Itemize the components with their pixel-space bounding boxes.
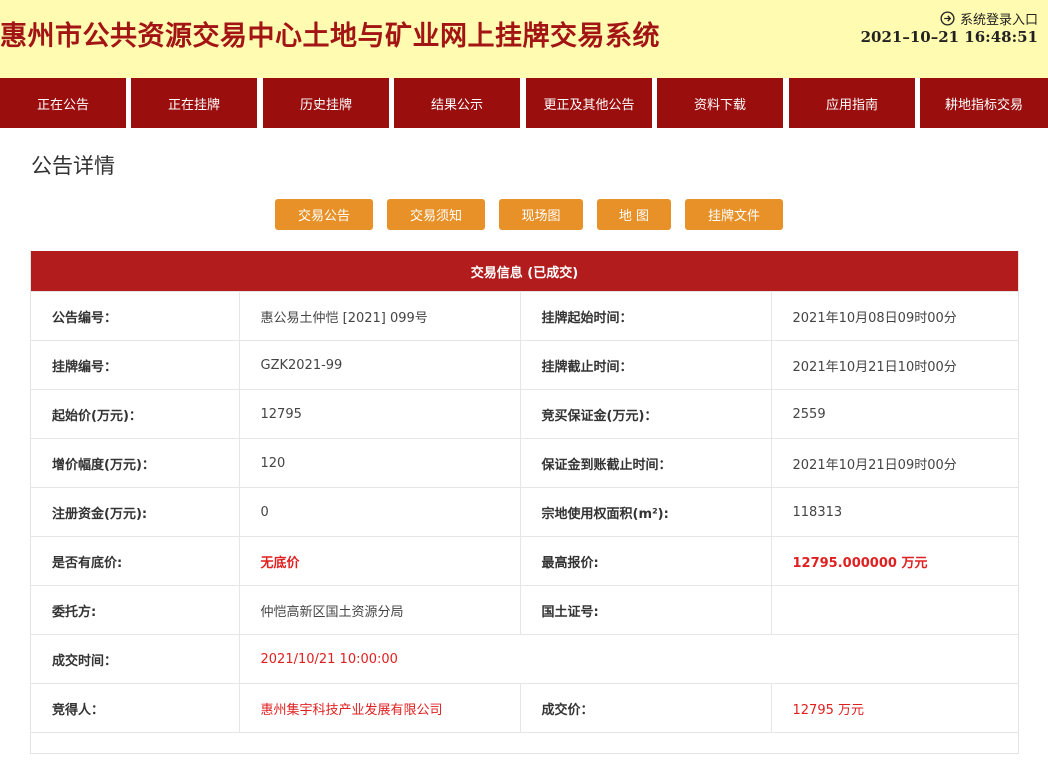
row-value: 120 <box>238 438 521 488</box>
row-label: 挂牌截止时间： <box>519 340 772 390</box>
row-label: 竞得人： <box>31 683 240 733</box>
row-value: 仲恺高新区国土资源分局 <box>238 585 521 635</box>
trade-info-panel: 交易信息 (已成交) 公告编号： 惠公易土仲恺 [2021] 099号 挂牌起始… <box>30 251 1019 754</box>
row-value <box>770 585 1018 635</box>
row-label: 宗地使用权面积(m²): <box>519 487 772 537</box>
table-row: 起始价(万元)： 12795 竞买保证金(万元)： 2559 <box>31 389 1018 439</box>
trade-announcement-button[interactable]: 交易公告 <box>275 199 373 230</box>
arrow-right-circle-icon <box>940 11 955 26</box>
row-label: 成交价： <box>519 683 772 733</box>
row-label: 竞买保证金(万元)： <box>519 389 772 439</box>
nav-item-farmland-quota[interactable]: 耕地指标交易 <box>920 78 1048 128</box>
table-row: 公告编号： 惠公易土仲恺 [2021] 099号 挂牌起始时间： 2021年10… <box>31 291 1018 341</box>
listing-documents-button[interactable]: 挂牌文件 <box>685 199 783 230</box>
system-login-link[interactable]: 系统登录入口 <box>940 9 1038 28</box>
table-row: 委托方: 仲恺高新区国土资源分局 国土证号: <box>31 585 1018 635</box>
map-button[interactable]: 地 图 <box>597 199 671 230</box>
reserve-price-status: 无底价 <box>238 536 521 586</box>
row-label: 是否有底价: <box>31 536 240 586</box>
row-value: 惠公易土仲恺 [2021] 099号 <box>238 291 521 341</box>
table-row: 竞得人： 惠州集宇科技产业发展有限公司 成交价： 12795 万元 <box>31 683 1018 733</box>
row-value: 0 <box>238 487 521 537</box>
action-bar: 交易公告 交易须知 现场图 地 图 挂牌文件 <box>0 199 1048 231</box>
table-row: 是否有底价: 无底价 最高报价: 12795.000000 万元 <box>31 536 1018 586</box>
main-nav: 正在公告 正在挂牌 历史挂牌 结果公示 更正及其他公告 资料下载 应用指南 耕地… <box>0 78 1048 128</box>
site-photo-button[interactable]: 现场图 <box>499 199 583 230</box>
site-header: 惠州市公共资源交易中心土地与矿业网上挂牌交易系统 系统登录入口 2021–10–… <box>0 0 1048 78</box>
page-title: 公告详情 <box>31 154 115 178</box>
table-row: 挂牌编号： GZK2021-99 挂牌截止时间： 2021年10月21日10时0… <box>31 340 1018 390</box>
table-row: 增价幅度(万元)： 120 保证金到账截止时间： 2021年10月21日09时0… <box>31 438 1018 488</box>
row-value: 2021年10月21日09时00分 <box>770 438 1018 488</box>
highest-bid-value: 12795.000000 万元 <box>770 536 1018 586</box>
current-datetime: 2021–10–21 16:48:51 <box>860 28 1038 46</box>
deal-price-value: 12795 万元 <box>770 683 1018 733</box>
nav-item-announcing[interactable]: 正在公告 <box>0 78 126 128</box>
nav-item-guide[interactable]: 应用指南 <box>789 78 915 128</box>
row-value: 2559 <box>770 389 1018 439</box>
nav-item-corrections[interactable]: 更正及其他公告 <box>526 78 652 128</box>
login-label: 系统登录入口 <box>959 13 1038 28</box>
nav-item-history[interactable]: 历史挂牌 <box>263 78 389 128</box>
trade-info-table: 公告编号： 惠公易土仲恺 [2021] 099号 挂牌起始时间： 2021年10… <box>31 291 1018 733</box>
row-value: 2021年10月08日09时00分 <box>770 291 1018 341</box>
row-value: 2021年10月21日10时00分 <box>770 340 1018 390</box>
nav-item-results[interactable]: 结果公示 <box>394 78 520 128</box>
row-label: 起始价(万元)： <box>31 389 240 439</box>
row-label: 保证金到账截止时间： <box>519 438 772 488</box>
winner-value: 惠州集宇科技产业发展有限公司 <box>238 683 521 733</box>
row-value: 12795 <box>238 389 521 439</box>
deal-time-value: 2021/10/21 10:00:00 <box>238 634 1018 684</box>
row-label: 公告编号： <box>31 291 240 341</box>
site-title: 惠州市公共资源交易中心土地与矿业网上挂牌交易系统 <box>0 21 660 52</box>
row-label: 增价幅度(万元)： <box>31 438 240 488</box>
row-label: 委托方: <box>31 585 240 635</box>
row-label: 成交时间： <box>31 634 240 684</box>
row-label: 最高报价: <box>519 536 772 586</box>
table-row: 成交时间： 2021/10/21 10:00:00 <box>31 634 1018 684</box>
trade-notice-button[interactable]: 交易须知 <box>387 199 485 230</box>
table-row: 注册资金(万元): 0 宗地使用权面积(m²): 118313 <box>31 487 1018 537</box>
row-value: GZK2021-99 <box>238 340 521 390</box>
nav-item-listing[interactable]: 正在挂牌 <box>131 78 257 128</box>
row-label: 注册资金(万元): <box>31 487 240 537</box>
nav-item-downloads[interactable]: 资料下载 <box>657 78 783 128</box>
row-label: 挂牌起始时间： <box>519 291 772 341</box>
panel-title: 交易信息 (已成交) <box>31 251 1018 291</box>
row-label: 挂牌编号： <box>31 340 240 390</box>
row-label: 国土证号: <box>519 585 772 635</box>
row-value: 118313 <box>770 487 1018 537</box>
